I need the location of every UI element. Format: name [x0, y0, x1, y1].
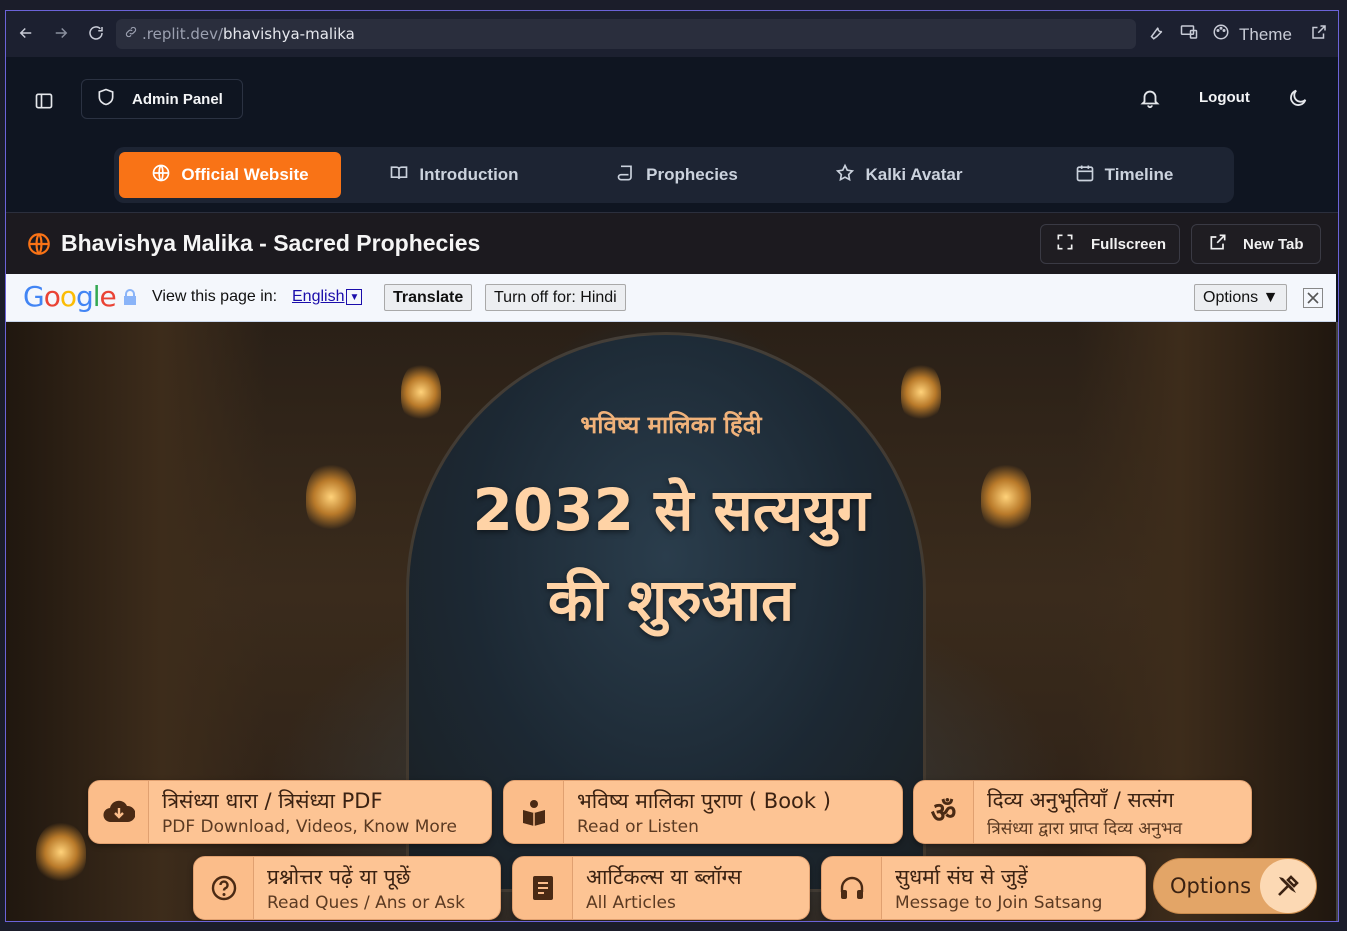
sidebar-toggle-icon[interactable]	[30, 87, 58, 115]
scroll-icon	[616, 163, 636, 188]
card-title: आर्टिकल्स या ब्लॉग्स	[586, 865, 742, 889]
tab-label: Official Website	[181, 165, 309, 184]
hero-section: भविष्य मालिका हिंदी 2032 से सत्ययुग की श…	[6, 322, 1336, 921]
tab-introduction[interactable]: Introduction	[364, 152, 544, 198]
hero-title-line2: की शुरुआत	[547, 566, 795, 634]
fullscreen-icon	[1055, 232, 1075, 256]
main-tabs: Official Website Introduction Prophecies…	[114, 147, 1234, 203]
card-title: दिव्य अनुभूतियाँ / सत्संग	[987, 787, 1174, 812]
external-link-icon[interactable]	[1310, 23, 1328, 46]
theme-button[interactable]: Theme	[1212, 23, 1292, 46]
cloud-download-icon	[89, 781, 149, 843]
globe-icon	[26, 231, 52, 262]
card-title: त्रिसंध्या धारा / त्रिसंध्या PDF	[162, 789, 383, 813]
turn-off-button[interactable]: Turn off for: Hindi	[485, 284, 626, 311]
palette-icon	[1212, 23, 1230, 46]
back-arrow-icon[interactable]	[15, 22, 37, 44]
card-trisandhya[interactable]: त्रिसंध्या धारा / त्रिसंध्या PDF PDF Dow…	[88, 780, 492, 844]
card-join-satsang[interactable]: सुधर्मा संघ से जुड़ें Message to Join Sa…	[821, 856, 1146, 920]
dropdown-arrow-icon: ▼	[346, 289, 363, 305]
card-subtitle: PDF Download, Videos, Know More	[162, 817, 457, 837]
card-questions[interactable]: प्रश्नोत्तर पढ़ें या पूछें Read Ques / A…	[193, 856, 501, 920]
calendar-icon	[1075, 163, 1095, 188]
language-label: English	[292, 288, 345, 305]
card-articles[interactable]: आर्टिकल्स या ब्लॉग्स All Articles	[512, 856, 810, 920]
hero-title-line1: 2032 से सत्ययुग	[472, 476, 870, 544]
wrench-icon[interactable]	[1147, 23, 1165, 46]
devices-icon[interactable]	[1180, 23, 1198, 46]
card-subtitle: Read Ques / Ans or Ask	[267, 893, 465, 913]
card-purana-book[interactable]: भविष्य मालिका पुराण ( Book ) Read or Lis…	[503, 780, 903, 844]
page-title: Bhavishya Malika - Sacred Prophecies	[61, 230, 481, 256]
hero-subtitle: भविष्य मालिका हिंदी	[580, 411, 762, 439]
tab-kalki-avatar[interactable]: Kalki Avatar	[814, 152, 984, 198]
language-select[interactable]: English ▼	[292, 288, 363, 306]
card-subtitle: Message to Join Satsang	[895, 893, 1103, 913]
link-icon	[124, 25, 138, 43]
close-icon[interactable]	[1303, 288, 1323, 308]
url-bar[interactable]: .replit.dev/bhavishya-malika	[116, 19, 1136, 49]
options-button[interactable]: Options	[1153, 858, 1317, 914]
google-translate-bar: Google View this page in: English ▼ Tran…	[6, 274, 1336, 322]
star-icon	[835, 163, 855, 188]
headphones-icon	[822, 857, 882, 919]
card-divya-anubhutiyan[interactable]: ॐ दिव्य अनुभूतियाँ / सत्संग त्रिसंध्या द…	[913, 780, 1252, 844]
new-tab-label: New Tab	[1243, 235, 1304, 253]
translate-prompt: View this page in:	[152, 288, 278, 305]
scrollbar[interactable]	[1336, 322, 1338, 921]
theme-label: Theme	[1239, 24, 1292, 44]
new-tab-button[interactable]: New Tab	[1191, 224, 1321, 264]
reload-icon[interactable]	[85, 22, 107, 44]
globe-icon	[151, 163, 171, 188]
tab-label: Timeline	[1104, 165, 1174, 184]
translate-button[interactable]: Translate	[384, 284, 473, 311]
tab-timeline[interactable]: Timeline	[1054, 152, 1194, 198]
tab-official-website[interactable]: Official Website	[119, 152, 341, 198]
forward-arrow-icon[interactable]	[50, 22, 72, 44]
tab-prophecies[interactable]: Prophecies	[592, 152, 762, 198]
question-icon	[194, 857, 254, 919]
options-label: Options	[1170, 874, 1252, 898]
url-prefix: .replit.dev/	[142, 25, 224, 43]
moon-icon[interactable]	[1287, 87, 1309, 114]
browser-window: .replit.dev/bhavishya-malika Theme Admin…	[5, 10, 1339, 922]
card-title: सुधर्मा संघ से जुड़ें	[895, 865, 1028, 889]
shield-icon	[96, 87, 116, 111]
lock-icon	[123, 289, 137, 310]
card-title: प्रश्नोत्तर पढ़ें या पूछें	[267, 865, 411, 889]
admin-panel-button[interactable]: Admin Panel	[81, 79, 243, 119]
admin-panel-label: Admin Panel	[132, 90, 223, 108]
external-link-icon	[1208, 232, 1228, 256]
book-reader-icon	[504, 781, 564, 843]
om-icon: ॐ	[914, 781, 974, 843]
browser-toolbar: .replit.dev/bhavishya-malika Theme	[6, 11, 1338, 57]
fullscreen-button[interactable]: Fullscreen	[1040, 224, 1180, 264]
logout-button[interactable]: Logout	[1199, 89, 1250, 106]
card-title: भविष्य मालिका पुराण ( Book )	[577, 789, 831, 813]
section-header: Bhavishya Malika - Sacred Prophecies Ful…	[6, 212, 1338, 274]
book-open-icon	[389, 163, 409, 188]
tab-label: Kalki Avatar	[865, 165, 963, 184]
card-subtitle: All Articles	[586, 893, 676, 913]
translate-options-button[interactable]: Options ▼	[1194, 284, 1288, 311]
app-header: Admin Panel Logout Official Website Intr…	[6, 57, 1338, 212]
bell-icon[interactable]	[1139, 87, 1161, 114]
fullscreen-label: Fullscreen	[1091, 235, 1167, 253]
url-path: bhavishya-malika	[223, 25, 355, 43]
tab-label: Prophecies	[646, 165, 738, 184]
article-book-icon	[513, 857, 573, 919]
candle-decoration	[36, 822, 86, 882]
tab-label: Introduction	[419, 165, 519, 184]
card-subtitle: Read or Listen	[577, 817, 699, 837]
tools-icon	[1260, 859, 1316, 913]
google-logo: Google	[23, 280, 117, 313]
card-subtitle: त्रिसंध्या द्वारा प्राप्त दिव्य अनुभव	[987, 818, 1183, 839]
